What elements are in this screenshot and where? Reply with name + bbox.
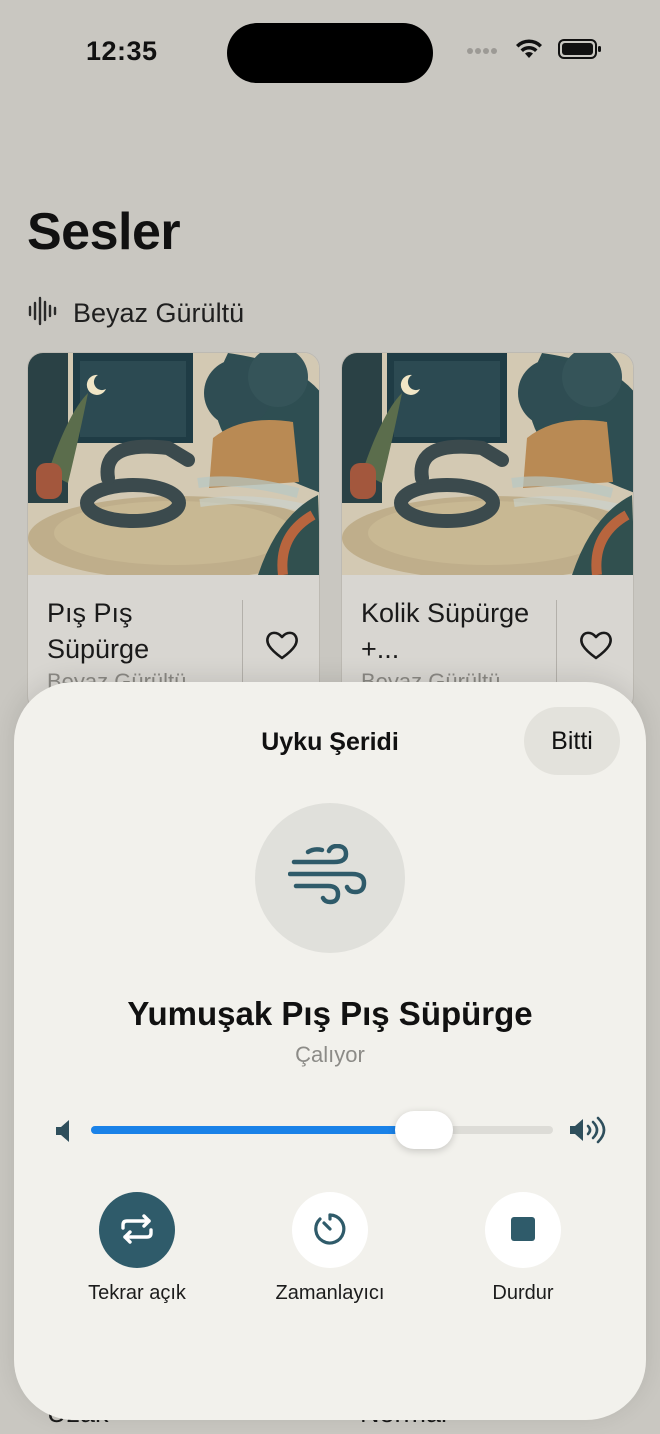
timer-control[interactable]: Zamanlayıcı xyxy=(250,1192,410,1305)
card-title: Kolik Süpürge +... xyxy=(361,598,530,664)
stop-control[interactable]: Durdur xyxy=(443,1192,603,1305)
repeat-button[interactable] xyxy=(99,1192,175,1268)
volume-low-icon xyxy=(54,1118,74,1149)
page-title: Sesler xyxy=(27,203,181,261)
wind-icon xyxy=(287,843,372,913)
track-name: Yumuşak Pış Pış Süpürge xyxy=(127,995,533,1032)
playback-status: Çalıyor xyxy=(295,1042,365,1067)
card-illustration xyxy=(342,353,633,575)
status-icons xyxy=(466,38,602,65)
card-divider xyxy=(242,600,243,690)
sound-card[interactable]: Kolik Süpürge +... Beyaz Gürültü xyxy=(341,352,634,712)
repeat-icon xyxy=(119,1213,155,1247)
card-divider xyxy=(556,600,557,690)
signal-icon xyxy=(466,43,500,61)
waveform-icon xyxy=(27,296,57,331)
wifi-icon xyxy=(514,38,544,65)
timer-button[interactable] xyxy=(292,1192,368,1268)
card-title: Pış Pış Süpürge xyxy=(47,598,150,664)
repeat-control[interactable]: Tekrar açık xyxy=(57,1192,217,1305)
sound-card[interactable]: Pış Pış Süpürge Beyaz Gürültü xyxy=(27,352,320,712)
stop-icon xyxy=(510,1216,536,1245)
status-bar: 12:35 xyxy=(0,0,660,110)
stop-button[interactable] xyxy=(485,1192,561,1268)
volume-high-icon xyxy=(568,1116,608,1149)
sleep-strip-sheet: Uyku Şeridi Bitti Yumuşak Pış Pış Süpürg… xyxy=(14,682,646,1420)
section-label: Beyaz Gürültü xyxy=(73,298,245,328)
section-header: Beyaz Gürültü xyxy=(27,296,244,331)
volume-slider-thumb[interactable] xyxy=(394,1111,453,1149)
timer-label: Zamanlayıcı xyxy=(275,1282,385,1304)
repeat-label: Tekrar açık xyxy=(88,1282,186,1304)
done-button[interactable]: Bitti xyxy=(524,707,620,775)
status-time: 12:35 xyxy=(86,36,158,66)
heart-icon[interactable] xyxy=(265,629,299,666)
timer-icon xyxy=(313,1212,347,1249)
heart-icon[interactable] xyxy=(579,629,613,666)
dynamic-island xyxy=(227,23,433,83)
volume-slider[interactable] xyxy=(91,1111,553,1149)
volume-slider-fill xyxy=(91,1126,424,1134)
stop-label: Durdur xyxy=(492,1282,554,1304)
battery-icon xyxy=(558,38,602,65)
sound-artwork xyxy=(255,803,405,953)
card-illustration xyxy=(28,353,319,575)
